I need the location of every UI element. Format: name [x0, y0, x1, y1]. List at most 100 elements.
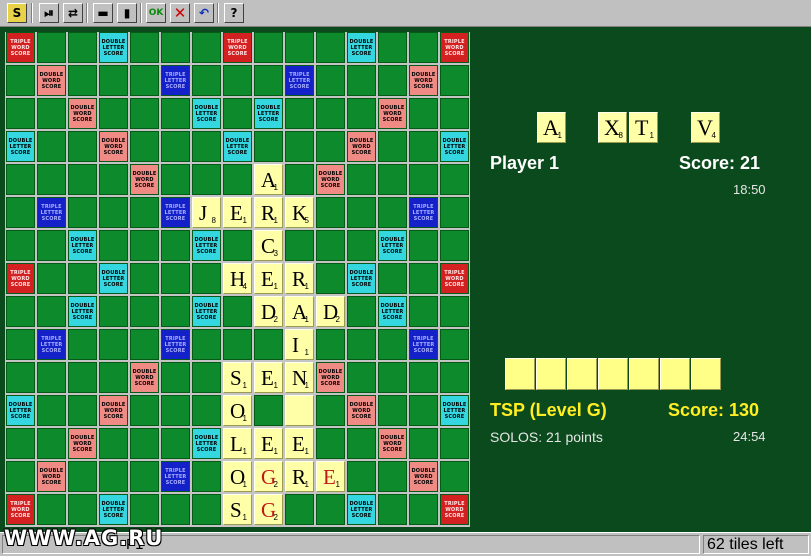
board-tile[interactable]: E1: [316, 461, 345, 492]
premium-square-tw[interactable]: TRIPLE WORD SCORE: [223, 32, 252, 63]
board-square[interactable]: [6, 65, 35, 96]
board-square[interactable]: [68, 329, 97, 360]
board-square[interactable]: [378, 164, 407, 195]
board-square[interactable]: [6, 329, 35, 360]
premium-square-dl[interactable]: DOUBLE LETTER SCORE: [378, 296, 407, 327]
cancel-button[interactable]: ✕: [170, 3, 190, 23]
premium-square-dw[interactable]: DOUBLE WORD SCORE: [316, 164, 345, 195]
board-tile[interactable]: R1: [285, 263, 314, 294]
board-square[interactable]: [409, 263, 438, 294]
premium-square-tw[interactable]: TRIPLE WORD SCORE: [440, 494, 469, 525]
board-square[interactable]: [130, 461, 159, 492]
board-tile[interactable]: O1: [223, 395, 252, 426]
premium-square-dl[interactable]: DOUBLE LETTER SCORE: [223, 131, 252, 162]
swap-tiles-button[interactable]: ⇄: [63, 3, 83, 23]
board-square[interactable]: [254, 65, 283, 96]
board-square[interactable]: [6, 197, 35, 228]
board-square[interactable]: [409, 98, 438, 129]
board-square[interactable]: [409, 428, 438, 459]
board-square[interactable]: [192, 329, 221, 360]
board-square[interactable]: [409, 296, 438, 327]
horizontal-direction-button[interactable]: ▬: [93, 3, 113, 23]
board-square[interactable]: [378, 461, 407, 492]
premium-square-tw[interactable]: TRIPLE WORD SCORE: [440, 263, 469, 294]
premium-square-dw[interactable]: DOUBLE WORD SCORE: [378, 98, 407, 129]
board-square[interactable]: [378, 131, 407, 162]
board-square[interactable]: [254, 131, 283, 162]
board-square[interactable]: [316, 197, 345, 228]
vertical-direction-button[interactable]: ▮: [117, 3, 137, 23]
board-square[interactable]: [99, 197, 128, 228]
board-square[interactable]: [161, 296, 190, 327]
premium-square-dl[interactable]: DOUBLE LETTER SCORE: [192, 98, 221, 129]
premium-square-dl[interactable]: DOUBLE LETTER SCORE: [347, 32, 376, 63]
board-tile[interactable]: E1: [223, 197, 252, 228]
premium-square-tw[interactable]: TRIPLE WORD SCORE: [6, 263, 35, 294]
play-step-button[interactable]: ⏯: [39, 3, 59, 23]
rack-tile[interactable]: T1: [629, 112, 658, 143]
board-tile[interactable]: R1: [254, 197, 283, 228]
board-square[interactable]: [409, 395, 438, 426]
board-square[interactable]: [192, 362, 221, 393]
board-square[interactable]: [99, 98, 128, 129]
board-square[interactable]: [347, 164, 376, 195]
board-square[interactable]: [68, 395, 97, 426]
board-tile[interactable]: E1: [285, 428, 314, 459]
board-square[interactable]: [285, 494, 314, 525]
board-tile[interactable]: D2: [254, 296, 283, 327]
board-square[interactable]: [223, 230, 252, 261]
board-square[interactable]: [99, 461, 128, 492]
board-tile[interactable]: E1: [254, 362, 283, 393]
premium-square-dl[interactable]: DOUBLE LETTER SCORE: [99, 494, 128, 525]
board-square[interactable]: [6, 230, 35, 261]
board-square[interactable]: [68, 32, 97, 63]
board-square[interactable]: [130, 494, 159, 525]
board-square[interactable]: [347, 461, 376, 492]
board-square[interactable]: [37, 494, 66, 525]
board-tile[interactable]: S1: [223, 494, 252, 525]
board-square[interactable]: [378, 329, 407, 360]
board-square[interactable]: [99, 230, 128, 261]
premium-square-tl[interactable]: TRIPLE LETTER SCORE: [409, 329, 438, 360]
board-square[interactable]: [161, 131, 190, 162]
board-square[interactable]: [130, 197, 159, 228]
board-square[interactable]: [6, 164, 35, 195]
board-square[interactable]: [347, 65, 376, 96]
premium-square-dw[interactable]: DOUBLE WORD SCORE: [409, 65, 438, 96]
board-square[interactable]: [130, 395, 159, 426]
board-square[interactable]: [223, 98, 252, 129]
board-square[interactable]: [99, 329, 128, 360]
premium-square-dl[interactable]: DOUBLE LETTER SCORE: [440, 395, 469, 426]
board-square[interactable]: [192, 395, 221, 426]
board-square[interactable]: [440, 164, 469, 195]
board-square[interactable]: [254, 395, 283, 426]
rack-tile[interactable]: V4: [691, 112, 720, 143]
board-square[interactable]: [254, 329, 283, 360]
board-square[interactable]: [192, 164, 221, 195]
board-square[interactable]: [316, 263, 345, 294]
premium-square-dl[interactable]: DOUBLE LETTER SCORE: [68, 230, 97, 261]
board-square[interactable]: [6, 362, 35, 393]
premium-square-dw[interactable]: DOUBLE WORD SCORE: [99, 395, 128, 426]
premium-square-dl[interactable]: DOUBLE LETTER SCORE: [347, 263, 376, 294]
premium-square-tl[interactable]: TRIPLE LETTER SCORE: [161, 329, 190, 360]
board-square[interactable]: [68, 131, 97, 162]
board-square[interactable]: [192, 461, 221, 492]
board-square[interactable]: [378, 32, 407, 63]
undo-button[interactable]: ↶: [194, 3, 214, 23]
board-square[interactable]: [161, 494, 190, 525]
board-square[interactable]: [378, 494, 407, 525]
board-square[interactable]: [37, 362, 66, 393]
board-square[interactable]: [223, 329, 252, 360]
board-square[interactable]: [161, 98, 190, 129]
board-tile[interactable]: C3: [254, 230, 283, 261]
board-square[interactable]: [347, 428, 376, 459]
premium-square-tl[interactable]: TRIPLE LETTER SCORE: [285, 65, 314, 96]
board-tile[interactable]: L1: [223, 428, 252, 459]
premium-square-dl[interactable]: DOUBLE LETTER SCORE: [99, 263, 128, 294]
board-square[interactable]: [347, 230, 376, 261]
board-square[interactable]: [68, 65, 97, 96]
premium-square-dw[interactable]: DOUBLE WORD SCORE: [130, 362, 159, 393]
board-square[interactable]: [130, 329, 159, 360]
board-square[interactable]: [68, 362, 97, 393]
